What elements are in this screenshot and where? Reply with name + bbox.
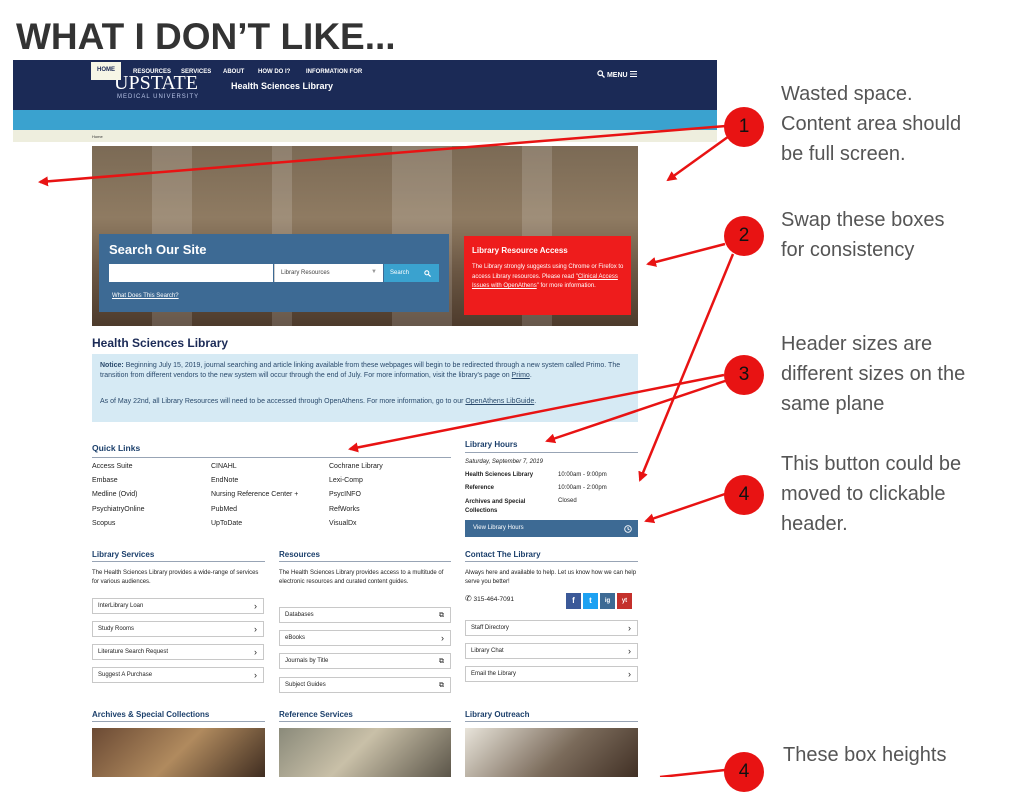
annotation-number-1: 1 [724,107,764,147]
annotation-1: Wasted space. Content area should be full … [781,83,962,165]
annotation-2: Swap these boxes for consistency [781,209,945,261]
annotation-number-4: 4 [724,475,764,515]
annotation-4: This button could be moved to clickable he… [781,453,962,535]
annotation-5: These box heights [783,744,947,766]
annotation-number-2: 2 [724,216,764,256]
annotation-number-4b: 4 [724,752,764,792]
annotation-3: Header sizes are different sizes on the sa… [781,333,966,415]
annotation-number-3: 3 [724,355,764,395]
